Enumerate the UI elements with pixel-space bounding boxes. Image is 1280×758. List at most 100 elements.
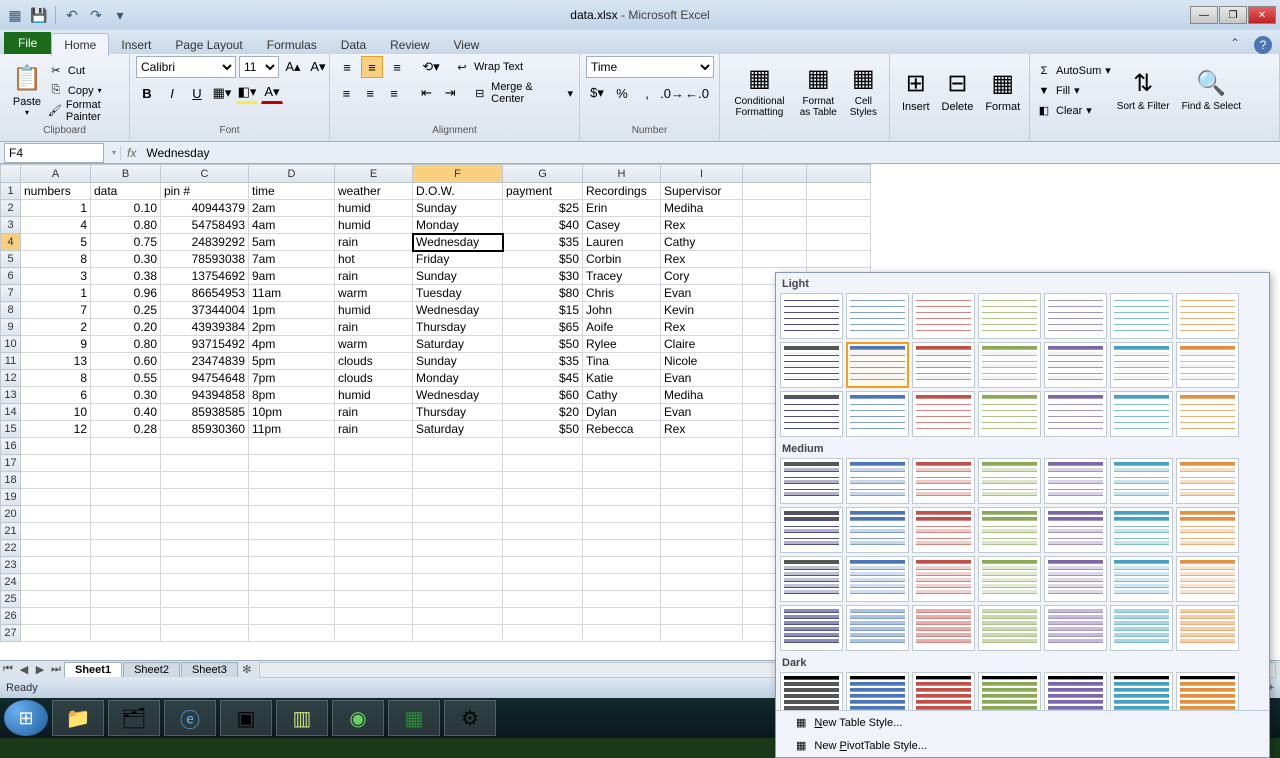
cell-H9[interactable]: Aoife xyxy=(583,319,661,336)
cell-H5[interactable]: Corbin xyxy=(583,251,661,268)
cell-G9[interactable]: $65 xyxy=(503,319,583,336)
cell-B22[interactable] xyxy=(91,540,161,557)
cell-B9[interactable]: 0.20 xyxy=(91,319,161,336)
cell-H22[interactable] xyxy=(583,540,661,557)
cell-E27[interactable] xyxy=(335,625,413,642)
font-color-button[interactable]: A▾ xyxy=(261,82,283,104)
minimize-button[interactable]: — xyxy=(1190,6,1218,24)
col-header-E[interactable]: E xyxy=(335,165,413,183)
cell-F8[interactable]: Wednesday xyxy=(413,302,503,319)
row-header-24[interactable]: 24 xyxy=(1,574,21,591)
save-icon[interactable]: 💾 xyxy=(28,4,50,26)
table-style-light-1-1[interactable] xyxy=(846,342,909,388)
tab-view[interactable]: View xyxy=(442,34,492,56)
table-style-light-1-4[interactable] xyxy=(1044,342,1107,388)
cell-E14[interactable]: rain xyxy=(335,404,413,421)
cell-H18[interactable] xyxy=(583,472,661,489)
sheet-nav-prev[interactable]: ◀ xyxy=(16,663,32,676)
cell-E17[interactable] xyxy=(335,455,413,472)
cell-C27[interactable] xyxy=(161,625,249,642)
row-header-21[interactable]: 21 xyxy=(1,523,21,540)
decrease-decimal-icon[interactable]: ←.0 xyxy=(686,82,708,104)
border-button[interactable]: ▦▾ xyxy=(211,82,233,104)
align-center-icon[interactable]: ≡ xyxy=(360,82,381,104)
cell-C24[interactable] xyxy=(161,574,249,591)
cut-button[interactable]: ✂Cut xyxy=(48,62,123,80)
cell-A16[interactable] xyxy=(21,438,91,455)
find-select-button[interactable]: 🔍Find & Select xyxy=(1176,58,1247,124)
cell-I27[interactable] xyxy=(661,625,743,642)
cell-D17[interactable] xyxy=(249,455,335,472)
table-style-medium-1-1[interactable] xyxy=(846,507,909,553)
orientation-icon[interactable]: ⟲▾ xyxy=(420,56,442,78)
cell-G8[interactable]: $15 xyxy=(503,302,583,319)
cell-B11[interactable]: 0.60 xyxy=(91,353,161,370)
cell-H21[interactable] xyxy=(583,523,661,540)
new-sheet-button[interactable]: ✻ xyxy=(239,663,255,676)
cell-H20[interactable] xyxy=(583,506,661,523)
cell-G23[interactable] xyxy=(503,557,583,574)
row-header-22[interactable]: 22 xyxy=(1,540,21,557)
cell-G19[interactable] xyxy=(503,489,583,506)
table-style-medium-3-5[interactable] xyxy=(1110,605,1173,651)
cell-I25[interactable] xyxy=(661,591,743,608)
cell-E20[interactable] xyxy=(335,506,413,523)
comma-icon[interactable]: , xyxy=(636,82,658,104)
table-style-light-0-4[interactable] xyxy=(1044,293,1107,339)
cell-D5[interactable]: 7am xyxy=(249,251,335,268)
table-style-medium-2-0[interactable] xyxy=(780,556,843,602)
format-cells-button[interactable]: ▦Format xyxy=(979,58,1026,124)
cell-C9[interactable]: 43939384 xyxy=(161,319,249,336)
cell-G7[interactable]: $80 xyxy=(503,285,583,302)
cell-A13[interactable]: 6 xyxy=(21,387,91,404)
cell-C3[interactable]: 54758493 xyxy=(161,217,249,234)
cell-G5[interactable]: $50 xyxy=(503,251,583,268)
cell-F3[interactable]: Monday xyxy=(413,217,503,234)
cell-B19[interactable] xyxy=(91,489,161,506)
sort-filter-button[interactable]: ⇅Sort & Filter xyxy=(1111,58,1176,124)
cell-A3[interactable]: 4 xyxy=(21,217,91,234)
cell-A26[interactable] xyxy=(21,608,91,625)
format-painter-button[interactable]: 🖌Format Painter xyxy=(48,102,123,120)
qat-customize-icon[interactable]: ▾ xyxy=(109,4,131,26)
cell-B2[interactable]: 0.10 xyxy=(91,200,161,217)
table-style-light-2-4[interactable] xyxy=(1044,391,1107,437)
cell-B8[interactable]: 0.25 xyxy=(91,302,161,319)
cell-F16[interactable] xyxy=(413,438,503,455)
cell-F19[interactable] xyxy=(413,489,503,506)
cell-G11[interactable]: $35 xyxy=(503,353,583,370)
cell-E13[interactable]: humid xyxy=(335,387,413,404)
cell-D24[interactable] xyxy=(249,574,335,591)
cell-H3[interactable]: Casey xyxy=(583,217,661,234)
cell-D20[interactable] xyxy=(249,506,335,523)
table-style-medium-2-1[interactable] xyxy=(846,556,909,602)
currency-icon[interactable]: $▾ xyxy=(586,82,608,104)
cell-C1[interactable]: pin # xyxy=(161,183,249,200)
table-style-light-0-6[interactable] xyxy=(1176,293,1239,339)
cell-B17[interactable] xyxy=(91,455,161,472)
explorer-taskbar-icon[interactable]: 📁 xyxy=(52,700,104,736)
table-style-medium-1-6[interactable] xyxy=(1176,507,1239,553)
app-taskbar-icon[interactable]: ▣ xyxy=(220,700,272,736)
cell-A22[interactable] xyxy=(21,540,91,557)
cell-C8[interactable]: 37344004 xyxy=(161,302,249,319)
cell-B20[interactable] xyxy=(91,506,161,523)
cell-H1[interactable]: Recordings xyxy=(583,183,661,200)
percent-icon[interactable]: % xyxy=(611,82,633,104)
cell-I13[interactable]: Mediha xyxy=(661,387,743,404)
table-style-medium-1-4[interactable] xyxy=(1044,507,1107,553)
cell-D21[interactable] xyxy=(249,523,335,540)
table-style-light-2-0[interactable] xyxy=(780,391,843,437)
row-header-15[interactable]: 15 xyxy=(1,421,21,438)
sheet-nav-last[interactable]: ⏭ xyxy=(48,663,64,676)
table-style-light-1-5[interactable] xyxy=(1110,342,1173,388)
cell-B3[interactable]: 0.80 xyxy=(91,217,161,234)
table-style-dark-0-0[interactable] xyxy=(780,672,843,710)
row-header-14[interactable]: 14 xyxy=(1,404,21,421)
cell-C4[interactable]: 24839292 xyxy=(161,234,249,251)
cell-C12[interactable]: 94754648 xyxy=(161,370,249,387)
cell-C11[interactable]: 23474839 xyxy=(161,353,249,370)
cell-B24[interactable] xyxy=(91,574,161,591)
cell-D3[interactable]: 4am xyxy=(249,217,335,234)
row-header-4[interactable]: 4 xyxy=(1,234,21,251)
